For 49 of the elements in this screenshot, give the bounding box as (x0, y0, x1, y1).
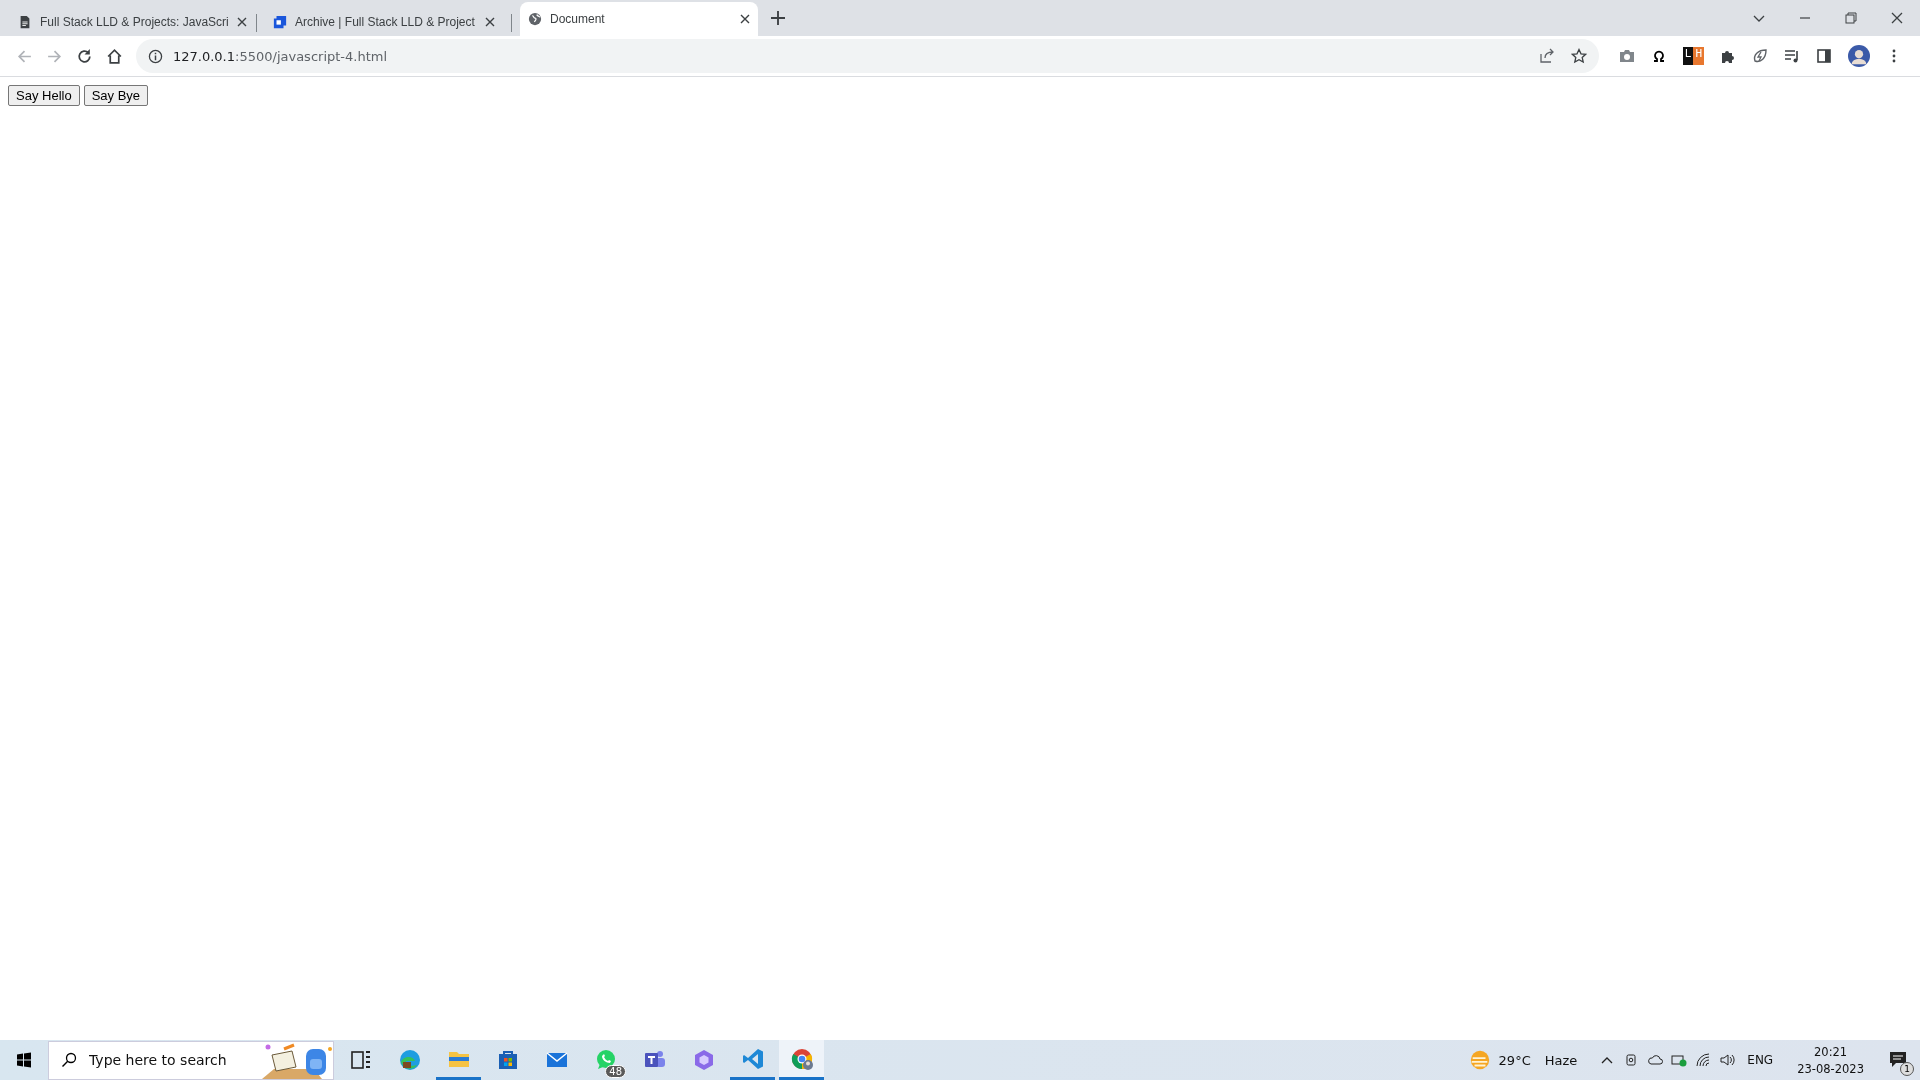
chrome-icon (789, 1046, 814, 1071)
search-field[interactable]: Type here to search (87, 1051, 261, 1069)
close-icon[interactable] (485, 17, 495, 27)
browser-tab[interactable]: Document (520, 2, 758, 36)
cloud-icon[interactable] (1647, 1052, 1664, 1068)
unread-badge: 48 (605, 1065, 626, 1078)
restore-icon[interactable] (1844, 11, 1858, 25)
star-icon[interactable] (1570, 48, 1587, 64)
url-host: 127.0.0.1 (173, 48, 236, 64)
close-icon[interactable] (236, 17, 247, 27)
close-icon[interactable] (740, 14, 750, 24)
backpack-drawing (261, 1042, 333, 1079)
notification-count: 1 (1900, 1062, 1914, 1076)
speaker-icon[interactable] (1719, 1052, 1736, 1068)
task-view-icon (348, 1048, 373, 1072)
document-icon (18, 15, 32, 29)
url-path: :5500/javascript-4.html (235, 48, 388, 64)
taskbar-search-box[interactable]: Type here to search (48, 1040, 334, 1080)
home-icon[interactable] (106, 47, 123, 65)
windows-start-icon[interactable] (16, 1052, 32, 1068)
address-bar[interactable]: 127.0.0.1:5500/javascript-4.html (136, 39, 1599, 73)
notification-icon[interactable] (1888, 1050, 1908, 1070)
date-text: 23-08-2023 (1797, 1061, 1864, 1076)
avatar-icon[interactable] (1848, 45, 1870, 67)
info-icon[interactable] (148, 48, 163, 64)
language-indicator[interactable]: ENG (1747, 1053, 1774, 1067)
taskbar-app[interactable] (779, 1040, 824, 1080)
battery-icon[interactable] (1671, 1052, 1688, 1068)
weather-condition-text: Haze (1544, 1052, 1578, 1068)
clock[interactable]: 20:21 23-08-2023 (1797, 1044, 1864, 1076)
wifi-icon[interactable] (1695, 1052, 1712, 1068)
new-tab-icon[interactable] (771, 11, 785, 25)
page-button[interactable]: Say Hello (8, 85, 80, 106)
reload-icon[interactable] (76, 47, 93, 65)
edge-icon (397, 1048, 422, 1072)
leaf-icon[interactable] (1752, 48, 1768, 64)
cube-icon (273, 15, 287, 29)
globe-icon (528, 12, 542, 26)
time-text: 20:21 (1814, 1044, 1848, 1059)
puzzle-icon[interactable] (1720, 48, 1736, 64)
share-icon[interactable] (1538, 48, 1555, 64)
close-icon[interactable] (1890, 11, 1904, 25)
side-panel-icon[interactable] (1816, 48, 1832, 64)
code-editor-icon (740, 1046, 765, 1071)
taskbar-app[interactable]: 48 (583, 1040, 628, 1080)
playlist-icon[interactable] (1784, 48, 1800, 64)
search-icon (61, 1052, 77, 1068)
page-button[interactable]: Say Bye (83, 85, 149, 106)
temperature-text: 29°C (1498, 1052, 1531, 1068)
